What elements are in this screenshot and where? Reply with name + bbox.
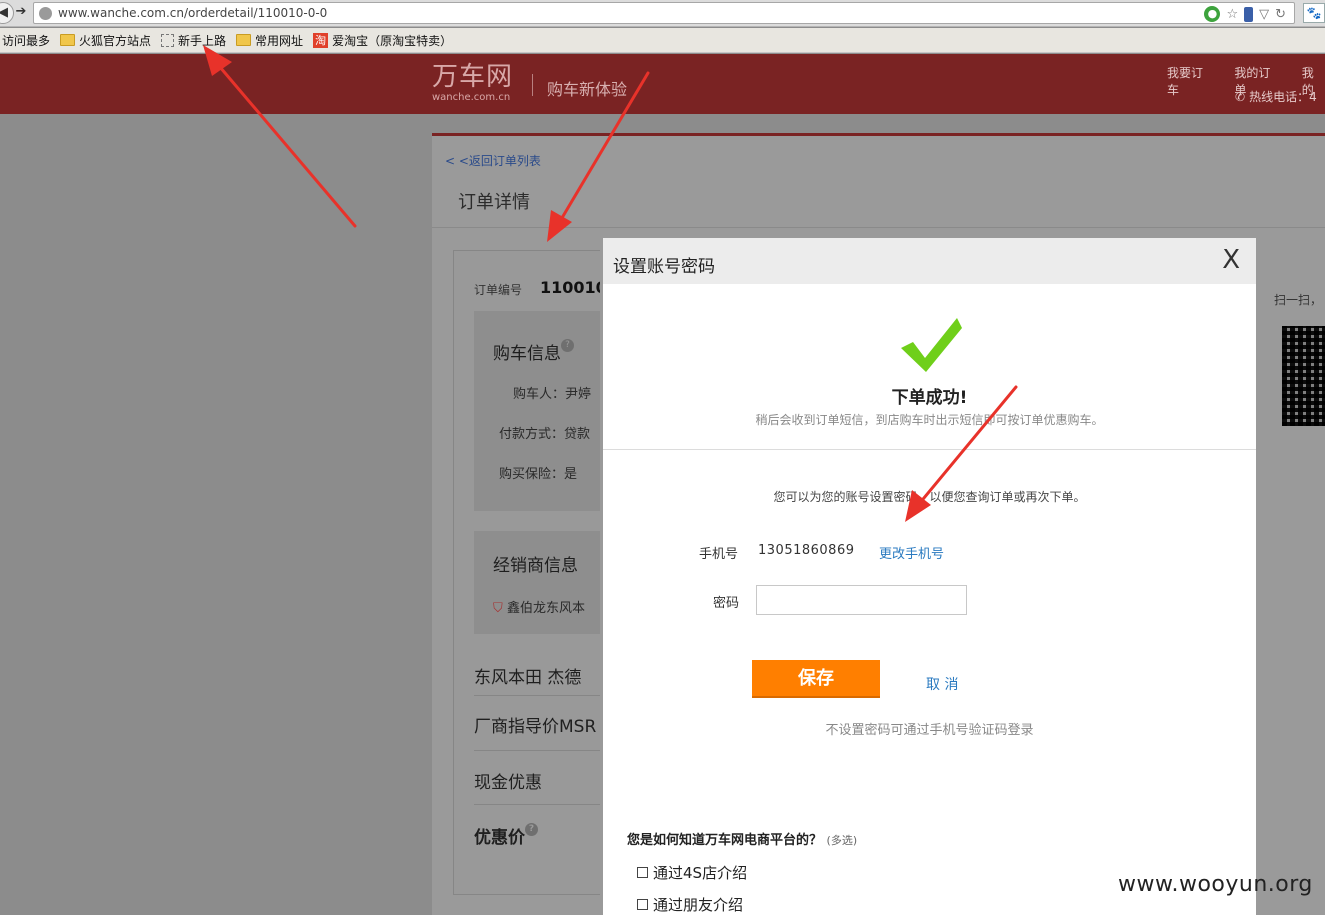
divider <box>474 804 614 805</box>
password-input[interactable] <box>756 585 967 615</box>
order-number-label: 订单编号 <box>474 283 523 297</box>
phone-label: 手机号 <box>699 547 739 562</box>
divider <box>474 695 614 696</box>
purchase-info-title: 购车信息? <box>493 339 574 364</box>
dropdown-icon[interactable]: ▽ <box>1259 7 1269 22</box>
bookmark-aitaobao[interactable]: 淘爱淘宝（原淘宝特卖） <box>313 32 452 49</box>
password-tip: 您可以为您的账号设置密码，以便您查询订单或再次下单。 <box>773 490 1086 504</box>
shield-icon: ⛉ <box>493 601 503 616</box>
divider <box>432 227 1325 228</box>
scan-text: 扫一扫， <box>1274 293 1323 307</box>
password-label: 密码 <box>713 596 740 611</box>
payment-row: 付款方式：贷款 <box>499 427 591 442</box>
site-logo[interactable]: 万车网 wanche.com.cn <box>432 63 513 103</box>
taobao-icon: 淘 <box>313 32 329 48</box>
car-model: 东风本田 杰德 <box>474 668 582 688</box>
site-header: 万车网 wanche.com.cn 购车新体验 我要订车 我的订单 我的 ✆ 热… <box>0 54 1325 114</box>
insurance-row: 购买保险：是 <box>499 467 578 482</box>
cancel-link[interactable]: 取 消 <box>926 674 958 694</box>
dealer-info-title: 经销商信息 <box>493 556 578 576</box>
success-check-icon <box>901 318 962 372</box>
bookmark-firefox[interactable]: 火狐官方站点 <box>60 32 151 49</box>
page-title: 订单详情 <box>458 192 530 213</box>
logo-divider <box>532 74 533 96</box>
success-title: 下单成功! <box>891 388 968 408</box>
baidu-search-icon[interactable]: 🐾 <box>1303 3 1325 23</box>
phone-handset-icon: ✆ <box>1235 89 1246 104</box>
login-hint: 不设置密码可通过手机号验证码登录 <box>825 723 1034 738</box>
page-icon <box>161 33 175 47</box>
msrp-label: 厂商指导价MSR <box>474 717 597 737</box>
order-number-value: 110010 <box>540 278 607 297</box>
buyer-row: 购车人：尹婷 <box>513 387 592 402</box>
phone-icon[interactable] <box>1244 6 1254 22</box>
change-phone-link[interactable]: 更改手机号 <box>879 543 944 562</box>
success-subtitle: 稍后会收到订单短信，到店购车时出示短信即可按订单优惠购车。 <box>755 413 1104 427</box>
slogan: 购车新体验 <box>547 80 628 99</box>
bookmark-most-visited[interactable]: 访问最多 <box>2 32 50 49</box>
reload-icon[interactable]: ↻ <box>1275 7 1286 22</box>
survey-option-4s[interactable]: 通过4S店介绍 <box>637 862 747 883</box>
address-bar[interactable]: www.wanche.com.cn/orderdetail/110010-0-0… <box>33 2 1295 24</box>
bookmark-common-sites[interactable]: 常用网址 <box>236 32 303 49</box>
phone-value: 13051860869 <box>758 543 855 558</box>
forward-icon[interactable]: ➔ <box>10 2 32 24</box>
modal-header: 设置账号密码 X <box>603 238 1256 284</box>
checkbox[interactable] <box>637 899 648 910</box>
nav-order-car[interactable]: 我要订车 <box>1167 64 1213 98</box>
star-icon[interactable]: ☆ <box>1226 7 1238 22</box>
dealer-row[interactable]: ⛉ 鑫伯龙东风本 <box>493 597 585 616</box>
url-text: www.wanche.com.cn/orderdetail/110010-0-0 <box>58 6 328 20</box>
close-icon[interactable]: X <box>1222 245 1240 275</box>
side-qr-panel: 扫一扫， <box>1274 246 1325 446</box>
modal-title: 设置账号密码 <box>613 257 715 277</box>
survey-question: 您是如何知道万车网电商平台的？ (多选) <box>627 833 858 848</box>
bookmark-getting-started[interactable]: 新手上路 <box>161 32 226 49</box>
back-to-orders-link[interactable]: < <返回订单列表 <box>445 152 541 169</box>
qr-code <box>1282 326 1325 426</box>
order-card: 订单编号 110010 购车信息? 购车人：尹婷 付款方式：贷款 购买保险：是 … <box>453 250 624 895</box>
cash-discount-label: 现金优惠 <box>474 773 542 793</box>
help-icon[interactable]: ? <box>561 339 574 352</box>
browser-toolbar: ◀ ➔ www.wanche.com.cn/orderdetail/110010… <box>0 0 1325 27</box>
set-password-modal: 设置账号密码 X 下单成功! 稍后会收到订单短信，到店购车时出示短信即可按订单优… <box>600 235 1259 915</box>
go-icon[interactable]: ● <box>1204 6 1221 22</box>
hotline: ✆ 热线电话：4 <box>1235 89 1317 105</box>
watermark: www.wooyun.org <box>1118 872 1313 897</box>
divider <box>603 449 1256 450</box>
save-button[interactable]: 保存 <box>752 660 880 698</box>
folder-icon <box>60 34 76 46</box>
checkbox[interactable] <box>637 867 648 878</box>
bookmarks-bar: 访问最多 火狐官方站点 新手上路 常用网址 淘爱淘宝（原淘宝特卖） <box>0 28 1325 53</box>
globe-icon <box>39 7 52 20</box>
help-icon[interactable]: ? <box>525 823 538 836</box>
folder-icon <box>236 34 252 46</box>
divider <box>474 750 614 751</box>
survey-option-friend[interactable]: 通过朋友介绍 <box>637 894 743 915</box>
offer-price-label: 优惠价? <box>474 823 538 848</box>
